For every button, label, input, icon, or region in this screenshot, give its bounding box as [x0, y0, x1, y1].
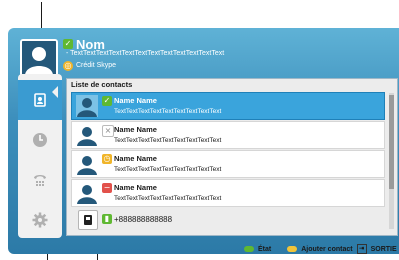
phone-number: +888888888888 — [114, 215, 173, 224]
contact-list-scrollbar[interactable] — [389, 93, 394, 229]
contact-mood: TextTextTextTextTextTextTextTextText — [114, 137, 222, 144]
contact-name: Name Name — [114, 125, 157, 134]
online-status-icon: ✓ — [63, 39, 73, 49]
contact-avatar — [76, 182, 98, 204]
bottom-hint-bar: État Ajouter contact ⇥ SORTIE — [244, 243, 397, 255]
phone-contact-icon — [78, 210, 98, 230]
contacts-icon — [34, 93, 46, 107]
yellow-key-icon — [287, 246, 298, 252]
user-silhouette-icon — [77, 98, 97, 117]
online-status-icon: ✓ — [102, 96, 112, 106]
credit-icon: ◎ — [63, 61, 73, 71]
contact-avatar — [76, 153, 98, 175]
sidebar-item-settings[interactable] — [18, 200, 62, 240]
contact-row[interactable]: ✓ Name Name TextTextTextTextTextTextText… — [71, 92, 385, 120]
contact-name: Name Name — [114, 96, 157, 105]
contact-mood: TextTextTextTextTextTextTextTextText — [114, 195, 222, 202]
scrollbar-thumb[interactable] — [389, 95, 394, 189]
contact-list: Liste de contacts ✓ Name Name TextTextTe… — [66, 78, 398, 236]
exit-key-icon: ⇥ — [356, 244, 367, 254]
user-silhouette-icon — [77, 185, 97, 204]
user-silhouette-icon — [22, 41, 56, 75]
contact-mood: TextTextTextTextTextTextTextTextText — [114, 166, 222, 173]
contact-row[interactable]: − Name Name TextTextTextTextTextTextText… — [71, 179, 385, 207]
contact-mood: TextTextTextTextTextTextTextTextText — [114, 108, 222, 115]
away-status-icon: ◷ — [102, 154, 112, 164]
gear-icon — [32, 212, 48, 228]
phone-contact-row[interactable]: ▮ +888888888888 — [71, 208, 385, 232]
contact-avatar — [76, 95, 98, 117]
sidebar — [18, 74, 62, 238]
busy-status-icon: − — [102, 183, 112, 193]
skype-panel: ✓ Nom - TextTextTextTextTextTextTextText… — [8, 28, 399, 254]
contact-avatar — [76, 124, 98, 146]
profile-mood: - TextTextTextTextTextTextTextTextTextTe… — [66, 50, 225, 57]
sidebar-item-history[interactable] — [18, 120, 62, 160]
sidebar-item-dialpad[interactable] — [18, 160, 62, 200]
dialpad-icon — [34, 175, 46, 186]
phone-icon — [84, 215, 92, 225]
contact-row[interactable]: ◷ Name Name TextTextTextTextTextTextText… — [71, 150, 385, 178]
skype-credit[interactable]: Crédit Skype — [76, 62, 116, 69]
contact-list-header: Liste de contacts — [71, 80, 133, 89]
add-contact-hint-label[interactable]: Ajouter contact — [301, 246, 352, 253]
profile-avatar[interactable] — [20, 39, 58, 77]
contact-name: Name Name — [114, 154, 157, 163]
contact-name: Name Name — [114, 183, 157, 192]
exit-hint-label[interactable]: SORTIE — [371, 246, 397, 253]
status-hint-label[interactable]: État — [258, 246, 271, 253]
contact-row[interactable]: × Name Name TextTextTextTextTextTextText… — [71, 121, 385, 149]
sidebar-active-pointer — [52, 86, 58, 98]
user-silhouette-icon — [77, 156, 97, 175]
callout-line-top — [41, 2, 42, 30]
user-silhouette-icon — [77, 127, 97, 146]
phone-status-icon: ▮ — [102, 214, 112, 224]
history-clock-icon — [33, 133, 47, 147]
callout-line-bottom-vertical — [97, 253, 98, 260]
offline-status-icon: × — [102, 125, 114, 137]
green-key-icon — [244, 246, 254, 252]
